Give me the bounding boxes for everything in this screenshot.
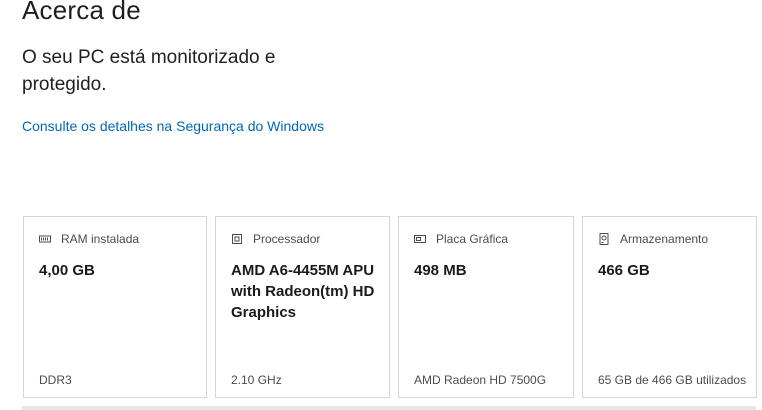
graphics-card-value: 498 MB (414, 262, 467, 279)
storage-card: Armazenamento 466 GB 65 GB de 466 GB uti… (582, 216, 757, 398)
processor-card-header: Processador (231, 232, 320, 246)
ram-card-value: 4,00 GB (39, 262, 95, 279)
storage-card-value: 466 GB (598, 262, 650, 279)
windows-security-link[interactable]: Consulte os detalhes na Segurança do Win… (22, 118, 324, 134)
graphics-card: Placa Gráfica 498 MB AMD Radeon HD 7500G (398, 216, 574, 398)
protection-status-text: O seu PC está monitorizado e protegido. (22, 47, 276, 95)
processor-icon (232, 234, 242, 244)
about-page: Acerca de O seu PC está monitorizado e p… (0, 0, 762, 410)
memory-icon (39, 235, 51, 243)
storage-card-label: Armazenamento (620, 232, 709, 246)
graphics-card-header: Placa Gráfica (414, 232, 508, 246)
graphics-card-icon (414, 235, 426, 243)
storage-icon (599, 233, 609, 245)
ram-card: RAM instalada 4,00 GB DDR3 (23, 216, 207, 398)
page-title: Acerca de (22, 0, 141, 25)
processor-card-label: Processador (253, 232, 321, 246)
ram-card-label: RAM instalada (61, 232, 140, 246)
graphics-card-label: Placa Gráfica (436, 232, 509, 246)
storage-card-footer: 65 GB de 466 GB utilizados (598, 373, 747, 387)
ram-card-header: RAM instalada (39, 232, 139, 246)
graphics-card-footer: AMD Radeon HD 7500G (414, 373, 547, 387)
storage-card-header: Armazenamento (598, 232, 708, 246)
processor-card: Processador AMD A6-4455M APU with Radeon… (215, 216, 390, 398)
ram-card-footer: DDR3 (39, 373, 72, 387)
next-section-edge (22, 406, 756, 410)
processor-card-value: AMD A6-4455M APU with Radeon(tm) HD Grap… (231, 262, 375, 321)
processor-card-footer: 2.10 GHz (231, 373, 282, 387)
